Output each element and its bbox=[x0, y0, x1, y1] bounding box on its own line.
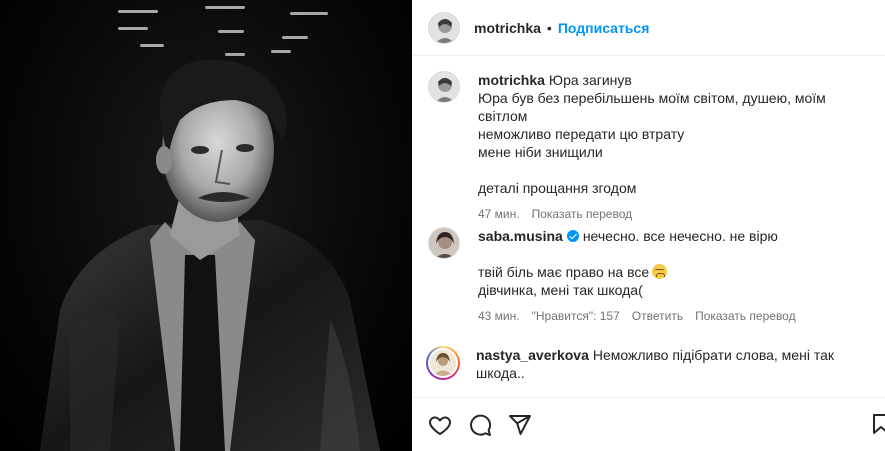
author-username[interactable]: motrichka bbox=[474, 20, 541, 36]
caption-body: motrichka Юра загинув Юра був без перебіл… bbox=[478, 71, 868, 223]
crying-face-icon bbox=[652, 264, 668, 279]
caption-avatar[interactable] bbox=[428, 71, 460, 103]
comment-username[interactable]: saba.musina bbox=[478, 228, 563, 244]
author-avatar[interactable] bbox=[428, 11, 460, 44]
post-photo bbox=[0, 0, 412, 451]
commenter-avatar[interactable] bbox=[428, 227, 460, 259]
portrait-image bbox=[40, 6, 380, 451]
caption-time[interactable]: 47 мин. bbox=[478, 205, 520, 223]
comment-reply-link[interactable]: Ответить bbox=[632, 307, 683, 325]
heart-icon[interactable] bbox=[428, 413, 452, 437]
comments-list[interactable]: motrichka Юра загинув Юра був без перебіл… bbox=[412, 57, 885, 395]
comment-body: nastya_averkova Неможливо підібрати слова… bbox=[476, 346, 866, 382]
comment-username[interactable]: nastya_averkova bbox=[476, 347, 589, 363]
comment-likes-link[interactable]: "Нравится": 157 bbox=[532, 307, 620, 325]
avatar-image bbox=[430, 350, 456, 376]
caption-line: неможливо передати цю втрату bbox=[478, 126, 685, 142]
comment-icon[interactable] bbox=[468, 413, 492, 437]
caption-username[interactable]: motrichka bbox=[478, 72, 545, 88]
post-actions bbox=[412, 397, 885, 451]
avatar-image bbox=[429, 12, 459, 43]
caption-line: мене ніби знищили bbox=[478, 144, 603, 160]
avatar-image bbox=[429, 228, 459, 258]
comment-line: дівчинка, мені так шкода( bbox=[478, 282, 643, 298]
post-header: motrichka • Подписаться bbox=[412, 0, 885, 56]
separator-dot: • bbox=[546, 19, 552, 36]
post-panel: motrichka • Подписаться motrichka Юра заг… bbox=[412, 0, 885, 451]
follow-button[interactable]: Подписаться bbox=[558, 20, 650, 36]
post-caption: motrichka Юра загинув Юра був без перебіл… bbox=[428, 71, 868, 223]
comment-translate-link[interactable]: Показать перевод bbox=[695, 307, 796, 325]
comment-meta: 43 мин. "Нравится": 157 Ответить Показат… bbox=[478, 307, 868, 325]
avatar-image bbox=[429, 72, 459, 102]
comment-time[interactable]: 43 мин. bbox=[478, 307, 520, 325]
comment-line: нечесно. все нечесно. не вірю bbox=[582, 228, 778, 244]
commenter-avatar[interactable] bbox=[428, 348, 458, 378]
caption-line: Юра загинув bbox=[548, 72, 632, 88]
comment-blank-line bbox=[478, 245, 868, 263]
caption-line: деталі прощання згодом bbox=[478, 180, 637, 196]
comment-item: nastya_averkova Неможливо підібрати слова… bbox=[426, 346, 866, 382]
comment-line: твій біль має право на все bbox=[478, 264, 650, 280]
comment-item: saba.musina нечесно. все нечесно. не вірю… bbox=[428, 227, 868, 325]
caption-translate-link[interactable]: Показать перевод bbox=[532, 205, 633, 223]
caption-meta: 47 мин. Показать перевод bbox=[478, 205, 868, 223]
story-ring[interactable] bbox=[426, 346, 460, 380]
comment-body: saba.musina нечесно. все нечесно. не вірю… bbox=[478, 227, 868, 325]
bookmark-icon[interactable] bbox=[869, 412, 885, 436]
caption-line: Юра був без перебільшень моїм світом, ду… bbox=[478, 90, 826, 124]
share-icon[interactable] bbox=[508, 413, 532, 437]
verified-badge-icon bbox=[566, 230, 579, 242]
